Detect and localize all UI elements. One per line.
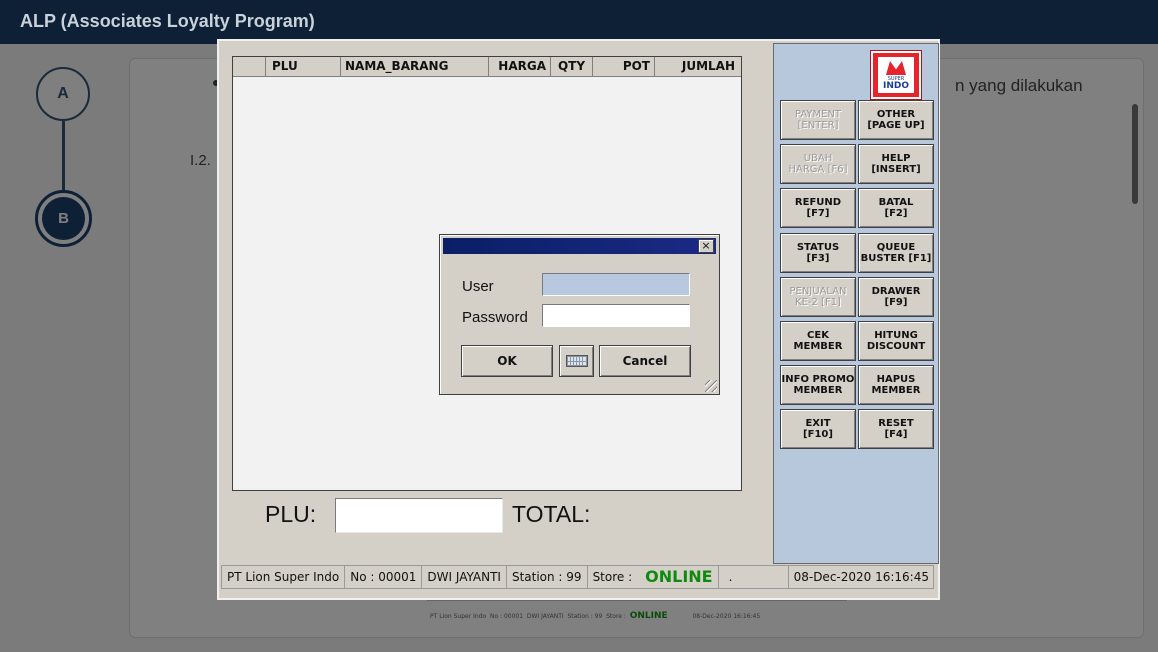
user-label: User — [462, 278, 494, 295]
hitung-discount-button[interactable]: HITUNG DISCOUNT — [858, 321, 934, 361]
grid-col-nama-barang: NAMA_BARANG — [341, 57, 489, 76]
function-panel: SUPER INDO PAYMENT [ENTER] OTHER [PAGE UP… — [773, 43, 939, 564]
status-button[interactable]: STATUS [F3] — [780, 232, 856, 273]
step-b-label: B — [42, 197, 85, 240]
page-scrollbar[interactable] — [1132, 104, 1138, 204]
logo-word: INDO — [882, 81, 909, 91]
resize-grip-icon[interactable] — [705, 380, 717, 392]
app-header: ALP (Associates Loyalty Program) — [0, 0, 1158, 44]
info-promo-member-button[interactable]: INFO PROMO MEMBER — [780, 365, 856, 406]
status-user: DWI JAYANTI — [422, 566, 507, 588]
bg-status-company: PT Lion Super Indo — [430, 613, 487, 620]
bg-status-no: No : 00001 — [489, 613, 524, 620]
status-station: Station : 99 — [507, 566, 588, 588]
close-icon[interactable]: × — [698, 239, 714, 253]
login-dialog: × User Password OK Cancel — [439, 234, 720, 395]
password-input[interactable] — [542, 304, 690, 327]
status-number: No : 00001 — [345, 566, 423, 588]
batal-button[interactable]: BATAL [F2] — [858, 188, 934, 229]
status-dot: . — [728, 570, 733, 584]
super-indo-logo: SUPER INDO — [870, 50, 922, 100]
plu-label: PLU: — [265, 501, 317, 527]
login-dialog-titlebar: × — [443, 238, 716, 254]
grid-col-plu: PLU — [266, 57, 341, 76]
status-store: Store : — [592, 570, 633, 584]
grid-col-pot: POT — [593, 57, 655, 76]
hapus-member-button[interactable]: HAPUS MEMBER — [858, 365, 934, 406]
total-label: TOTAL: — [512, 501, 591, 527]
status-datetime: 08-Dec-2020 16:16:45 — [787, 566, 933, 588]
step-a-label: A — [57, 85, 69, 102]
logo-mark-icon — [886, 61, 906, 75]
payment-button[interactable]: PAYMENT [ENTER] — [780, 100, 856, 140]
pos-window: PLU NAMA_BARANG HARGA QTY POT JUMLAH PLU… — [217, 39, 940, 600]
background-item-number: I.2. — [190, 152, 211, 169]
grid-col-harga: HARGA — [489, 57, 551, 76]
help-button[interactable]: HELP [INSERT] — [858, 144, 934, 185]
penjualan-ke-2-button[interactable]: PENJUALAN KE-2 [F1] — [780, 276, 856, 317]
status-online: ONLINE — [637, 566, 719, 588]
stepper-connector — [62, 121, 65, 191]
bg-status-online: ONLINE — [629, 611, 668, 621]
cek-member-button[interactable]: CEK MEMBER — [780, 321, 856, 361]
refund-button[interactable]: REFUND [F7] — [780, 188, 856, 229]
cancel-button[interactable]: Cancel — [599, 345, 691, 377]
drawer-button[interactable]: DRAWER [F9] — [858, 276, 934, 317]
virtual-keyboard-button[interactable] — [559, 345, 594, 377]
step-a[interactable]: A — [36, 67, 90, 121]
grid-col-selector — [233, 57, 266, 76]
reset-button[interactable]: RESET [F4] — [858, 409, 934, 450]
other-button[interactable]: OTHER [PAGE UP] — [858, 100, 934, 140]
ok-button[interactable]: OK — [461, 345, 553, 377]
bg-status-datetime: 08-Dec-2020 16:16:45 — [692, 613, 761, 620]
bg-status-station: Station : 99 — [567, 613, 603, 620]
ubah-harga-button[interactable]: UBAH HARGA [F6] — [780, 144, 856, 185]
grid-col-jumlah: JUMLAH — [681, 59, 735, 73]
app-title: ALP (Associates Loyalty Program) — [20, 11, 315, 31]
status-company: PT Lion Super Indo — [222, 566, 346, 588]
background-status-bar: PT Lion Super Indo No : 00001 DWI JAYANT… — [427, 600, 847, 622]
user-input[interactable] — [542, 273, 690, 296]
status-bar: PT Lion Super Indo No : 00001 DWI JAYANT… — [221, 565, 934, 589]
plu-input[interactable] — [335, 498, 503, 533]
bg-status-store: Store : — [606, 613, 626, 620]
exit-button[interactable]: EXIT [F10] — [780, 409, 856, 450]
keyboard-icon — [565, 355, 588, 367]
step-b[interactable]: B — [35, 190, 92, 247]
password-label: Password — [462, 309, 528, 326]
queue-buster-button[interactable]: QUEUE BUSTER [F1] — [858, 232, 934, 273]
grid-col-qty: QTY — [551, 57, 593, 76]
grid-header: PLU NAMA_BARANG HARGA QTY POT JUMLAH — [233, 57, 741, 77]
bg-status-user: DWI JAYANTI — [526, 613, 564, 620]
background-instruction-text: n yang dilakukan — [955, 76, 1083, 95]
